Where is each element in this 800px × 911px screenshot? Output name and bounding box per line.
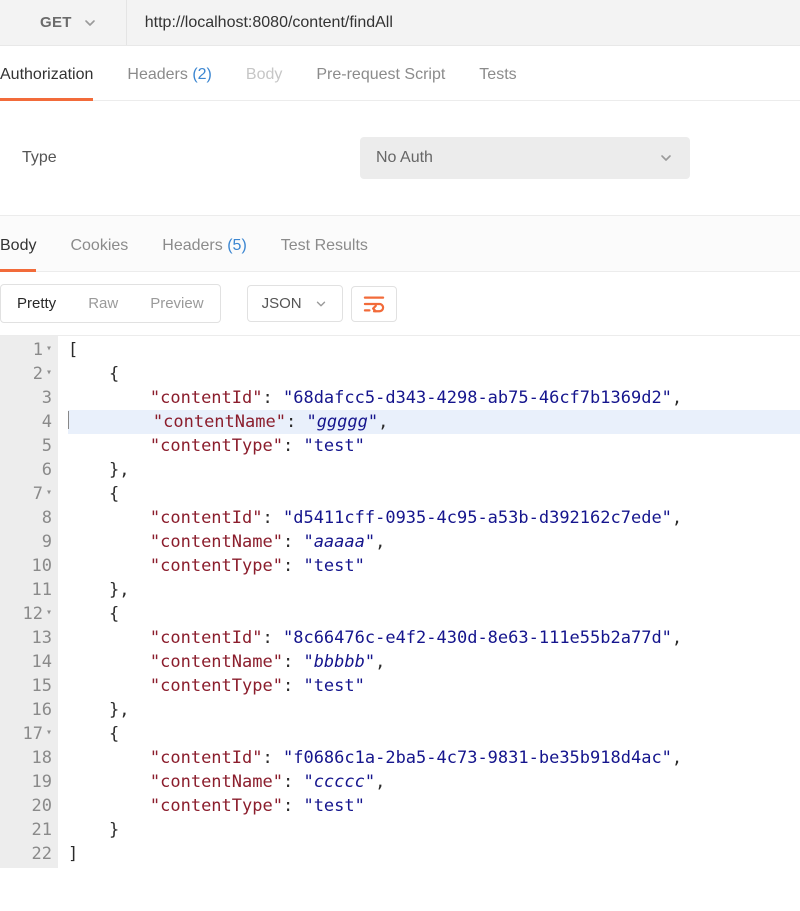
line-number: 3 (0, 386, 52, 410)
line-number: 2 (0, 362, 52, 386)
line-number: 20 (0, 794, 52, 818)
code-line[interactable]: "contentId": "d5411cff-0935-4c95-a53b-d3… (68, 506, 800, 530)
code-line[interactable]: { (68, 722, 800, 746)
tab-body[interactable]: Body (246, 50, 282, 101)
code-line[interactable]: ] (68, 842, 800, 866)
tab-authorization[interactable]: Authorization (0, 50, 93, 101)
line-number: 17 (0, 722, 52, 746)
code-line[interactable]: "contentName": "bbbbb", (68, 650, 800, 674)
line-number: 9 (0, 530, 52, 554)
auth-type-value: No Auth (376, 149, 433, 167)
resp-tab-cookies[interactable]: Cookies (70, 221, 128, 272)
code-line[interactable]: "contentId": "68dafcc5-d343-4298-ab75-46… (68, 386, 800, 410)
line-number: 22 (0, 842, 52, 866)
code-line[interactable]: "contentId": "8c66476c-e4f2-430d-8e63-11… (68, 626, 800, 650)
resp-tab-headers-count: (5) (227, 237, 247, 254)
line-wrap-button[interactable] (351, 286, 397, 322)
format-value: JSON (262, 295, 302, 312)
code-line[interactable]: [ (68, 338, 800, 362)
code-line[interactable]: "contentName": "aaaaa", (68, 530, 800, 554)
view-mode-raw[interactable]: Raw (72, 285, 134, 322)
code-line[interactable]: "contentType": "test" (68, 674, 800, 698)
line-number: 8 (0, 506, 52, 530)
editor-code[interactable]: [ { "contentId": "68dafcc5-d343-4298-ab7… (58, 336, 800, 868)
line-number: 15 (0, 674, 52, 698)
auth-type-dropdown[interactable]: No Auth (360, 137, 690, 179)
line-number: 4 (0, 410, 52, 434)
tab-tests[interactable]: Tests (479, 50, 516, 101)
line-number: 10 (0, 554, 52, 578)
code-line[interactable]: "contentType": "test" (68, 794, 800, 818)
resp-tab-headers-label: Headers (162, 237, 222, 254)
response-editor[interactable]: 12345678910111213141516171819202122 [ { … (0, 336, 800, 868)
auth-type-label: Type (22, 149, 360, 167)
code-line[interactable]: "contentName": "ggggg", (68, 410, 800, 434)
line-number: 7 (0, 482, 52, 506)
format-dropdown[interactable]: JSON (247, 285, 343, 322)
request-row: GET (0, 0, 800, 46)
tab-headers[interactable]: Headers (2) (127, 50, 212, 101)
line-number: 21 (0, 818, 52, 842)
editor-gutter: 12345678910111213141516171819202122 (0, 336, 58, 868)
code-line[interactable]: { (68, 602, 800, 626)
line-number: 6 (0, 458, 52, 482)
view-mode-pretty[interactable]: Pretty (1, 285, 72, 322)
view-mode-segmented: Pretty Raw Preview (0, 284, 221, 323)
resp-tab-test-results[interactable]: Test Results (281, 221, 368, 272)
response-tabs: Body Cookies Headers (5) Test Results (0, 216, 800, 271)
response-body-toolbar: Pretty Raw Preview JSON (0, 272, 800, 336)
code-line[interactable]: { (68, 362, 800, 386)
code-line[interactable]: "contentType": "test" (68, 554, 800, 578)
line-number: 11 (0, 578, 52, 602)
code-line[interactable]: } (68, 818, 800, 842)
response-tabs-wrap: Body Cookies Headers (5) Test Results (0, 216, 800, 272)
code-line[interactable]: { (68, 482, 800, 506)
line-number: 5 (0, 434, 52, 458)
chevron-down-icon (314, 297, 328, 311)
code-line[interactable]: }, (68, 458, 800, 482)
line-wrap-icon (363, 294, 385, 314)
chevron-down-icon (658, 150, 674, 166)
line-number: 19 (0, 770, 52, 794)
line-number: 14 (0, 650, 52, 674)
line-number: 18 (0, 746, 52, 770)
resp-tab-headers[interactable]: Headers (5) (162, 221, 247, 272)
view-mode-preview[interactable]: Preview (134, 285, 219, 322)
authorization-panel: Type No Auth (0, 101, 800, 216)
request-tabs: Authorization Headers (2) Body Pre-reque… (0, 46, 800, 101)
chevron-down-icon (82, 15, 98, 31)
code-line[interactable]: "contentName": "ccccc", (68, 770, 800, 794)
request-url-input[interactable] (127, 0, 800, 45)
tab-headers-count: (2) (192, 66, 212, 83)
http-method-dropdown[interactable]: GET (0, 0, 127, 45)
tab-headers-label: Headers (127, 66, 187, 83)
resp-tab-body[interactable]: Body (0, 221, 36, 272)
code-line[interactable]: }, (68, 578, 800, 602)
tab-pre-request-script[interactable]: Pre-request Script (316, 50, 445, 101)
code-line[interactable]: "contentId": "f0686c1a-2ba5-4c73-9831-be… (68, 746, 800, 770)
line-number: 16 (0, 698, 52, 722)
code-line[interactable]: }, (68, 698, 800, 722)
http-method-label: GET (40, 14, 72, 31)
line-number: 13 (0, 626, 52, 650)
code-line[interactable]: "contentType": "test" (68, 434, 800, 458)
line-number: 1 (0, 338, 52, 362)
line-number: 12 (0, 602, 52, 626)
